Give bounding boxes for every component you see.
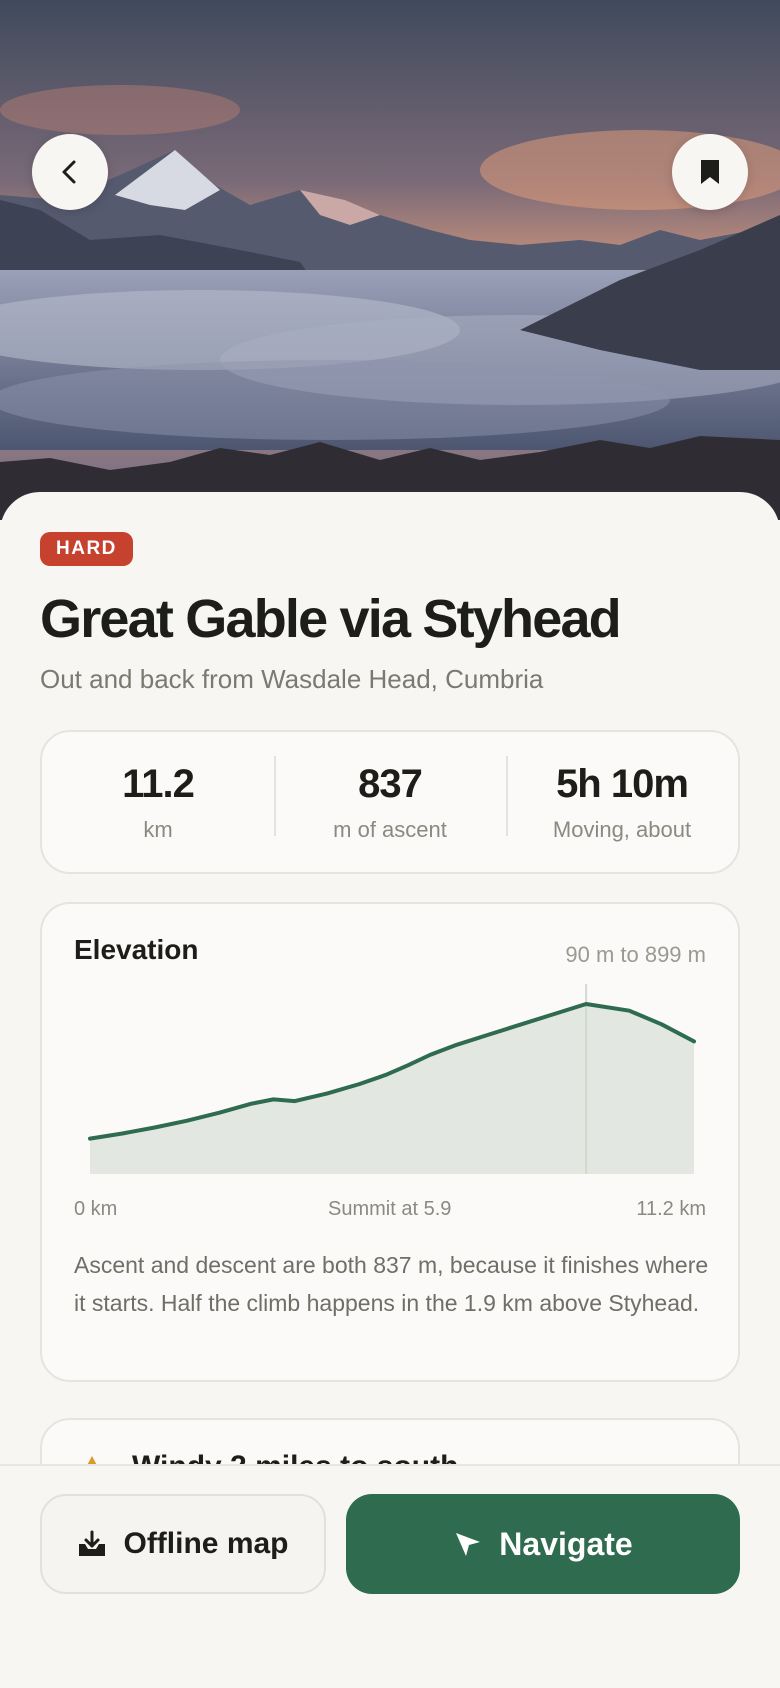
stat-label: m of ascent [333, 816, 447, 842]
stat-ascent: 837 m of ascent [274, 755, 506, 843]
elevation-chart [88, 984, 696, 1174]
bottom-action-bar: Offline map Navigate [0, 1464, 780, 1688]
hero-image [0, 0, 780, 520]
elevation-range: 90 m to 899 m [565, 942, 706, 967]
stat-value: 11.2 [122, 761, 195, 806]
navigation-arrow-icon [456, 1533, 481, 1556]
download-icon [79, 1530, 106, 1556]
stat-distance: 11.2 km [42, 762, 274, 843]
stat-duration: 5h 10m Moving, about [506, 755, 738, 843]
elevation-area [90, 1004, 694, 1174]
mountain-photo [0, 0, 780, 520]
elevation-card: Elevation 90 m to 899 m 0 km Summit at 5… [40, 902, 740, 1382]
chevron-left-icon [62, 160, 76, 184]
offline-map-button[interactable]: Offline map [40, 1494, 326, 1594]
page-title: Great Gable via Styhead [40, 589, 622, 649]
stats-card: 11.2 km 837 m of ascent 5h 10m Moving, a… [40, 730, 740, 874]
difficulty-badge: HARD [40, 532, 133, 566]
bookmark-icon [701, 160, 719, 184]
offline-map-label: Offline map [123, 1527, 289, 1560]
axis-start-label: 0 km [74, 1198, 118, 1220]
back-button[interactable] [32, 134, 108, 210]
stat-value: 837 [358, 761, 423, 806]
elevation-title: Elevation [74, 934, 199, 965]
bookmark-button[interactable] [672, 134, 748, 210]
navigate-label: Navigate [499, 1525, 633, 1562]
stat-label: km [143, 816, 173, 842]
stat-label: Moving, about [552, 816, 692, 842]
stat-value: 5h 10m [556, 761, 689, 806]
axis-summit-label: Summit at 5.9 [328, 1198, 452, 1220]
trail-subtitle: Out and back from Wasdale Head, Cumbria [40, 664, 544, 694]
navigate-button[interactable]: Navigate [346, 1494, 740, 1594]
elevation-description: Ascent and descent are both 837 m, becau… [74, 1252, 709, 1316]
axis-end-label: 11.2 km [636, 1198, 706, 1220]
